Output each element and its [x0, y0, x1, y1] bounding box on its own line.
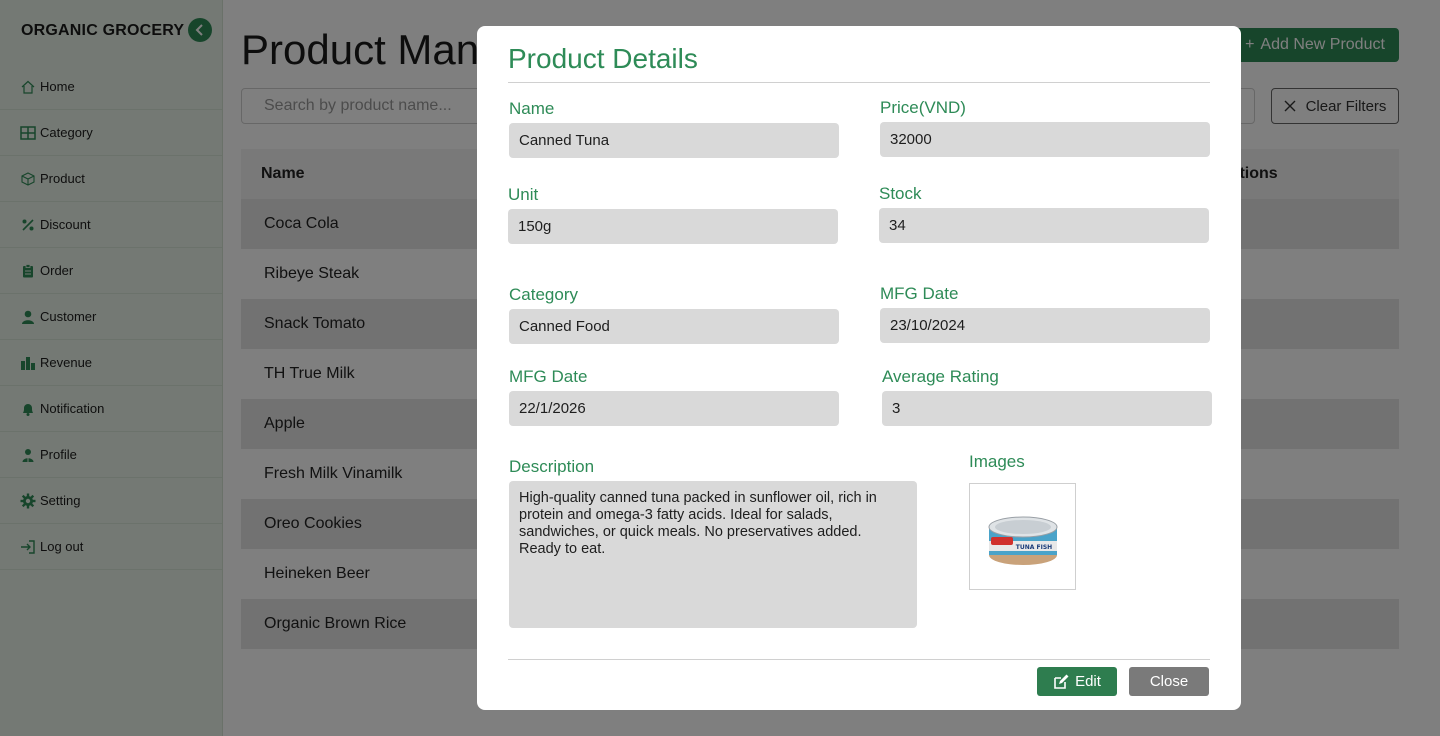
name-field[interactable]: Canned Tuna: [509, 123, 839, 158]
price-label: Price(VND): [880, 98, 966, 117]
product-details-modal: Product Details Name Canned Tuna Price(V…: [477, 26, 1241, 710]
rating-label: Average Rating: [882, 367, 999, 386]
mfg-date-field[interactable]: 23/10/2024: [880, 308, 1210, 343]
unit-field[interactable]: 150g: [508, 209, 838, 244]
images-label: Images: [969, 452, 1025, 471]
name-label: Name: [509, 99, 555, 118]
unit-label: Unit: [508, 185, 539, 204]
tuna-can-label: TUNA FISH: [1015, 544, 1051, 551]
divider: [508, 82, 1210, 83]
close-button[interactable]: Close: [1129, 667, 1209, 696]
tuna-can-image: TUNA FISH: [988, 516, 1057, 565]
modal-title: Product Details: [508, 43, 698, 74]
stock-field[interactable]: 34: [879, 208, 1209, 243]
rating-field[interactable]: 3: [882, 391, 1212, 426]
edit-icon: [1054, 674, 1069, 689]
divider: [508, 659, 1210, 660]
category-label: Category: [509, 285, 578, 304]
price-field[interactable]: 32000: [880, 122, 1210, 157]
stock-label: Stock: [879, 184, 922, 203]
exp-date-field[interactable]: 22/1/2026: [509, 391, 839, 426]
edit-button[interactable]: Edit: [1037, 667, 1117, 696]
mfg-date-label: MFG Date: [880, 284, 959, 303]
description-label: Description: [509, 457, 595, 476]
category-field[interactable]: Canned Food: [509, 309, 839, 344]
description-field[interactable]: High-quality canned tuna packed in sunfl…: [509, 481, 917, 628]
product-image[interactable]: TUNA FISH: [969, 483, 1076, 590]
exp-date-label: MFG Date: [509, 367, 588, 386]
edit-label: Edit: [1075, 673, 1101, 690]
